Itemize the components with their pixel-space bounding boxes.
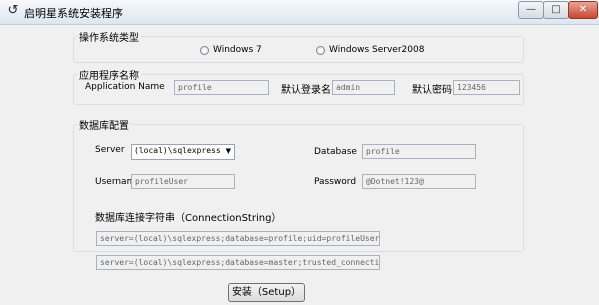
- server-select-value: (local)\sqlexpress: [134, 146, 221, 155]
- application-name-label: Application Name: [85, 82, 165, 92]
- default-login-label: 默认登录名: [281, 85, 331, 96]
- master-connection-string-field[interactable]: server=(local)\sqlexpress;database=maste…: [96, 255, 380, 270]
- application-name-field[interactable]: profile: [174, 80, 269, 95]
- database-field[interactable]: profile: [362, 144, 476, 159]
- radio-windows-server-2008[interactable]: Windows Server2008: [316, 45, 424, 55]
- server-label: Server: [95, 145, 125, 155]
- window-title: 启明星系统安装程序: [24, 7, 123, 20]
- application-legend: 应用程序名称: [77, 67, 141, 82]
- app-icon: ↺: [7, 3, 19, 18]
- title-bar: ↺ 启明星系统安装程序 — □ ✕: [0, 0, 599, 25]
- radio-circle[interactable]: [200, 45, 209, 55]
- username-field[interactable]: profileUser: [131, 174, 235, 189]
- maximize-button[interactable]: □: [543, 1, 569, 19]
- database-legend: 数据库配置: [77, 117, 131, 132]
- connection-string-label: 数据库连接字符串（ConnectionString）: [95, 213, 282, 224]
- minimize-button[interactable]: —: [518, 1, 544, 19]
- os-type-legend: 操作系统类型: [77, 29, 141, 44]
- radio-circle[interactable]: [316, 45, 325, 55]
- radio-label: Windows Server2008: [329, 45, 425, 55]
- default-login-field[interactable]: admin: [332, 80, 395, 95]
- install-button[interactable]: 安装（Setup）: [228, 283, 305, 302]
- password-field[interactable]: @Dotnet!123@: [362, 174, 476, 189]
- default-password-field[interactable]: 123456: [453, 80, 520, 95]
- chevron-down-icon[interactable]: ▼: [226, 147, 231, 155]
- default-password-label: 默认密码: [412, 85, 452, 96]
- radio-windows-7[interactable]: Windows 7: [200, 45, 262, 55]
- server-select[interactable]: (local)\sqlexpress ▼: [131, 144, 235, 160]
- close-button[interactable]: ✕: [568, 1, 598, 19]
- database-label: Database: [314, 147, 357, 157]
- radio-label: Windows 7: [213, 45, 262, 55]
- password-label: Password: [314, 177, 357, 187]
- connection-string-field[interactable]: server=(local)\sqlexpress;database=profi…: [96, 231, 380, 246]
